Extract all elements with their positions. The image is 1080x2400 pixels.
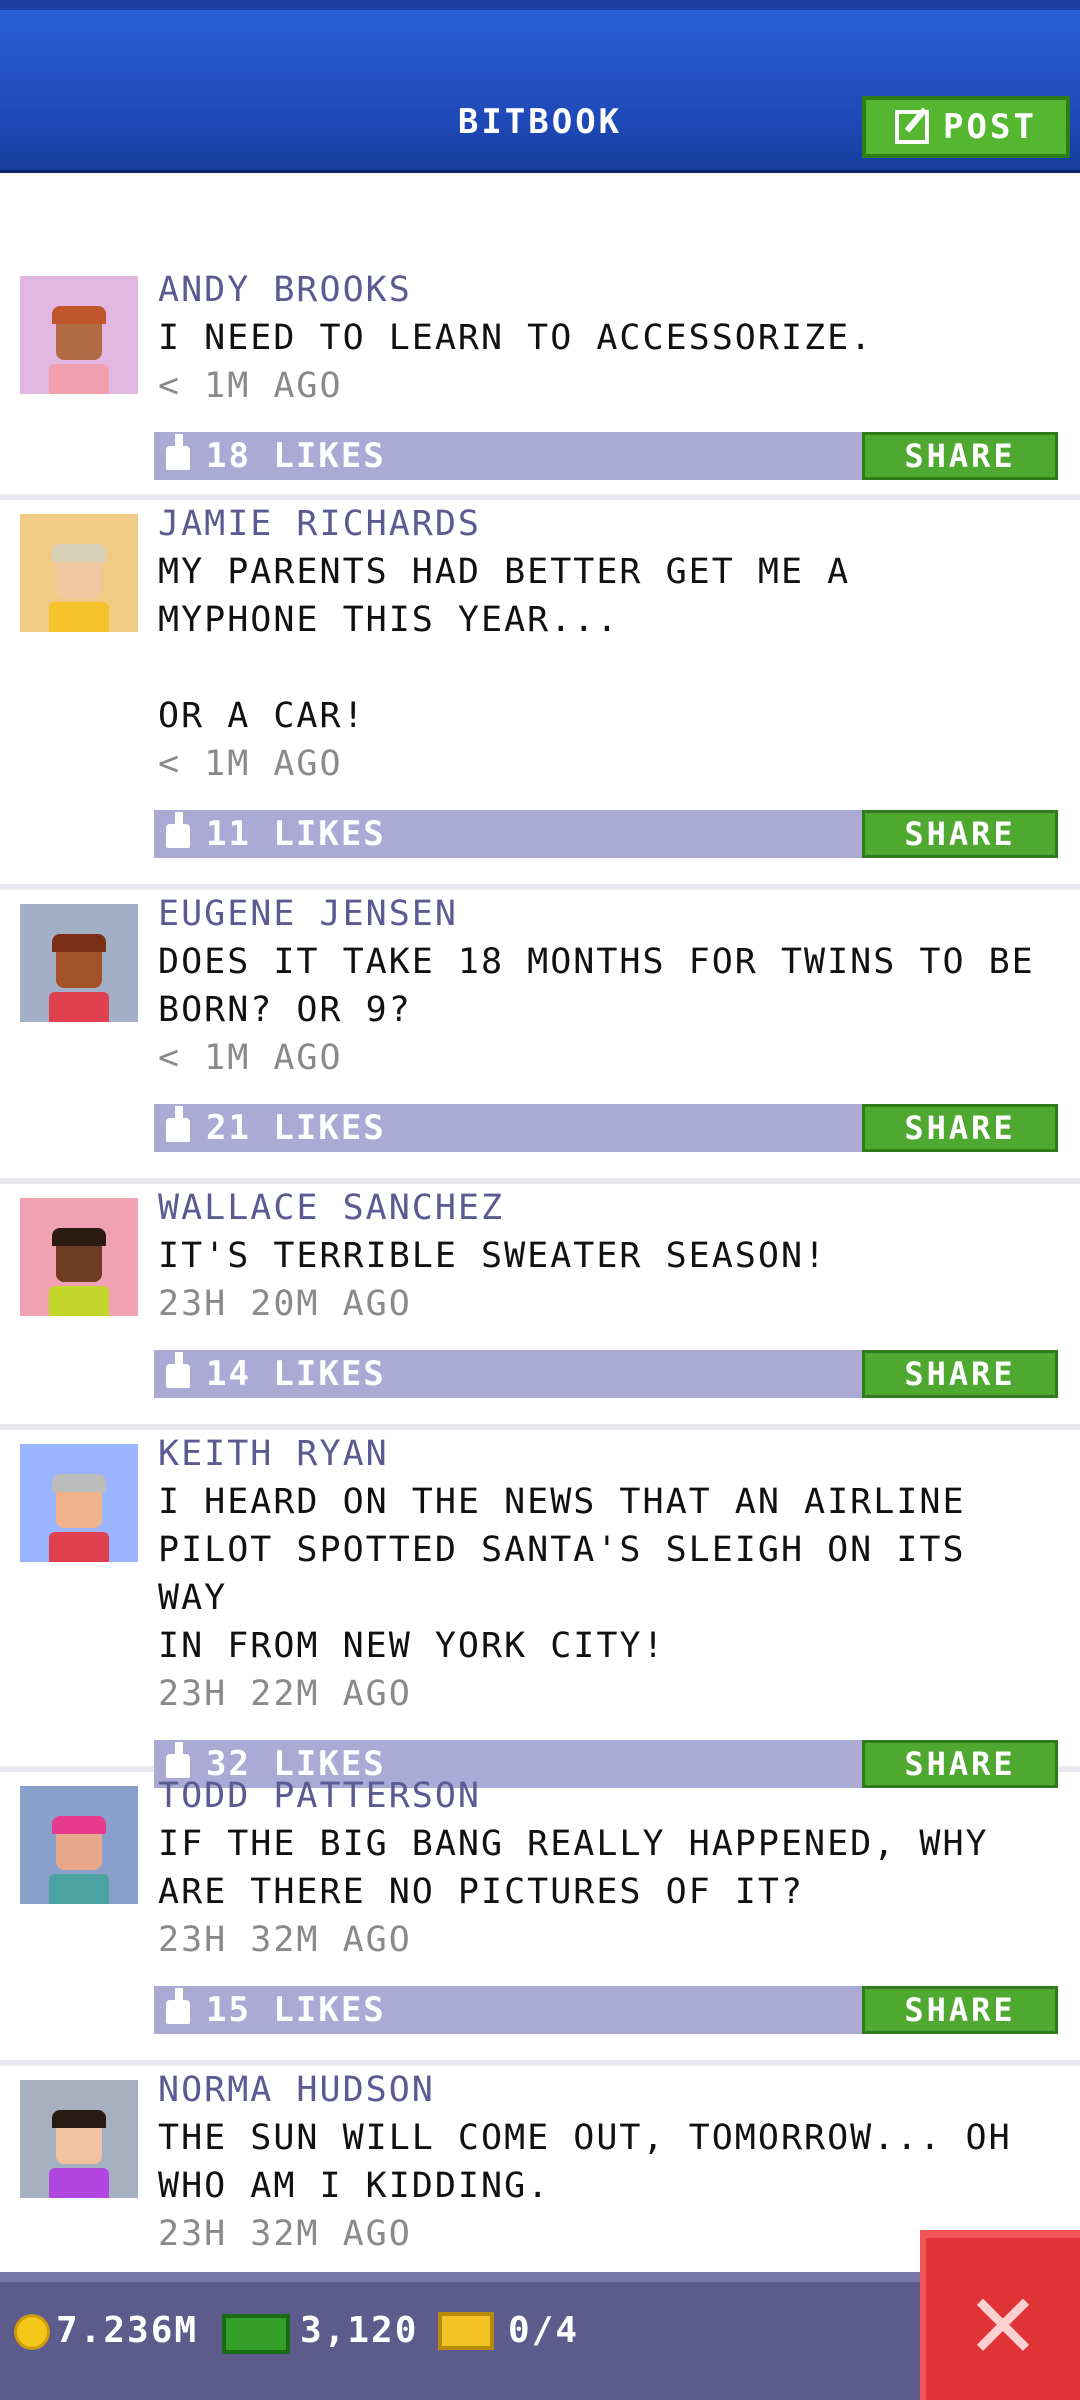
close-button[interactable]: ✕ (920, 2230, 1080, 2400)
avatar (20, 904, 138, 1022)
likes-bar: 15 LIKES SHARE (154, 1986, 1058, 2034)
thumbs-up-icon (166, 1988, 190, 2024)
avatar (20, 276, 138, 394)
share-button[interactable]: SHARE (862, 1986, 1058, 2034)
post-time: < 1M AGO (158, 1038, 343, 1078)
bux-count: 3,120 (300, 2310, 419, 2351)
likes-bar: 21 LIKES SHARE (154, 1104, 1058, 1152)
thumbs-up-icon (166, 1352, 190, 1388)
avatar (20, 2080, 138, 2198)
currency-bar: 7.236M 3,120 0/4 (0, 2272, 1080, 2400)
post-author[interactable]: JAMIE RICHARDS (158, 500, 1056, 548)
feed-post: JAMIE RICHARDS MY PARENTS HAD BETTER GET… (0, 500, 1080, 890)
post-author[interactable]: TODD PATTERSON (158, 1772, 1056, 1820)
post-message: I NEED TO LEARN TO ACCESSORIZE. (158, 318, 874, 358)
share-button[interactable]: SHARE (862, 1104, 1058, 1152)
post-author[interactable]: KEITH RYAN (158, 1430, 1056, 1478)
feed-post: KEITH RYAN I HEARD ON THE NEWS THAT AN A… (0, 1430, 1080, 1788)
close-icon: ✕ (969, 2255, 1037, 2383)
post-author[interactable]: NORMA HUDSON (158, 2066, 1056, 2114)
post-time: < 1M AGO (158, 366, 343, 406)
avatar (20, 514, 138, 632)
post-message: I HEARD ON THE NEWS THAT AN AIRLINE PILO… (158, 1482, 966, 1666)
likes-bar: 14 LIKES SHARE (154, 1350, 1058, 1398)
post-time: 23H 20M AGO (158, 1284, 412, 1324)
post-button-label: POST (943, 107, 1037, 147)
feed-post: TODD PATTERSON IF THE BIG BANG REALLY HA… (0, 1772, 1080, 2066)
share-button[interactable]: SHARE (862, 1350, 1058, 1398)
likes-bar: 11 LIKES SHARE (154, 810, 1058, 858)
post-message: THE SUN WILL COME OUT, TOMORROW... OH WH… (158, 2118, 1012, 2206)
feed-post: EUGENE JENSEN DOES IT TAKE 18 MONTHS FOR… (0, 890, 1080, 1184)
share-button[interactable]: SHARE (862, 810, 1058, 858)
feed-post: NORMA HUDSON THE SUN WILL COME OUT, TOMO… (0, 2066, 1080, 2306)
feed-post: WALLACE SANCHEZ IT'S TERRIBLE SWEATER SE… (0, 1184, 1080, 1430)
post-author[interactable]: ANDY BROOKS (158, 266, 1056, 314)
feed-post: ANDY BROOKS I NEED TO LEARN TO ACCESSORI… (0, 266, 1080, 500)
likes-count: 11 LIKES (206, 814, 386, 854)
coin-icon (14, 2314, 50, 2350)
avatar (20, 1444, 138, 1562)
post-message: IT'S TERRIBLE SWEATER SEASON! (158, 1236, 828, 1276)
cash-icon (222, 2314, 290, 2354)
thumbs-up-icon (166, 434, 190, 470)
avatar (20, 1786, 138, 1904)
post-author[interactable]: WALLACE SANCHEZ (158, 1184, 1056, 1232)
likes-count: 21 LIKES (206, 1108, 386, 1148)
post-time: < 1M AGO (158, 744, 343, 784)
post-button[interactable]: POST (862, 96, 1070, 158)
ticket-icon (438, 2312, 494, 2350)
post-message: IF THE BIG BANG REALLY HAPPENED, WHY ARE… (158, 1824, 989, 1912)
post-time: 23H 22M AGO (158, 1674, 412, 1714)
thumbs-up-icon (166, 812, 190, 848)
edit-icon (895, 110, 930, 144)
likes-count: 14 LIKES (206, 1354, 386, 1394)
post-author[interactable]: EUGENE JENSEN (158, 890, 1056, 938)
post-message: DOES IT TAKE 18 MONTHS FOR TWINS TO BE B… (158, 942, 1035, 1030)
coins-count: 7.236M (56, 2310, 199, 2351)
post-message: MY PARENTS HAD BETTER GET ME A MYPHONE T… (158, 552, 851, 736)
app-header: BITBOOK POST (0, 0, 1080, 173)
post-time: 23H 32M AGO (158, 1920, 412, 1960)
avatar (20, 1198, 138, 1316)
likes-count: 15 LIKES (206, 1990, 386, 2030)
share-button[interactable]: SHARE (862, 432, 1058, 480)
feed[interactable]: ANDY BROOKS I NEED TO LEARN TO ACCESSORI… (0, 266, 1080, 2306)
likes-count: 18 LIKES (206, 436, 386, 476)
likes-bar: 18 LIKES SHARE (154, 432, 1058, 480)
tickets-count: 0/4 (508, 2310, 580, 2351)
thumbs-up-icon (166, 1106, 190, 1142)
